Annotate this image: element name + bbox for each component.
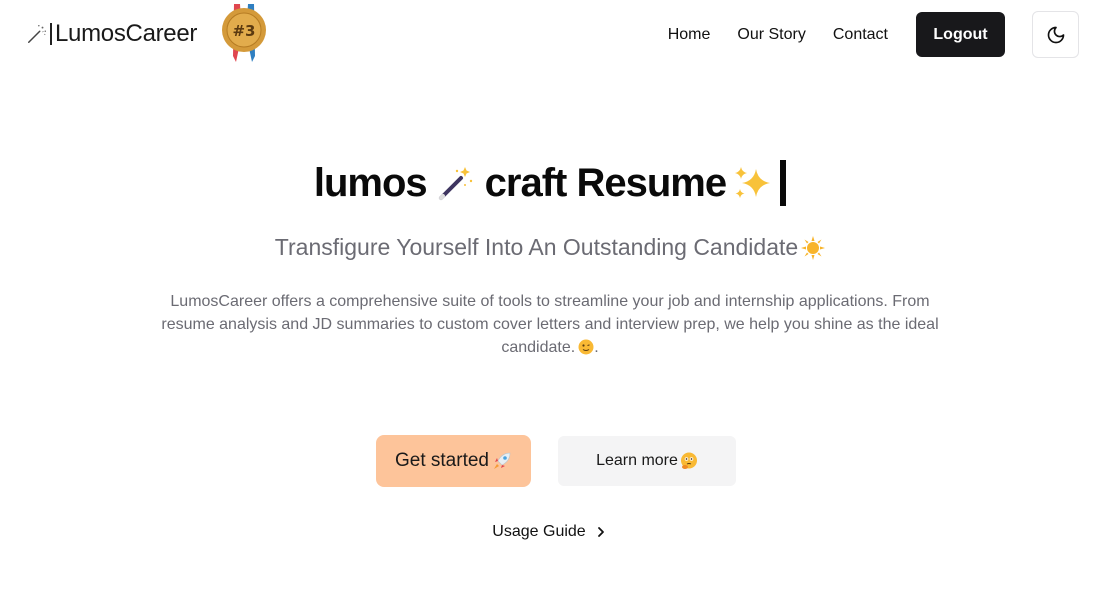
logo-text: LumosCareer [55, 20, 198, 47]
nav-our-story[interactable]: Our Story [737, 26, 805, 44]
hero-description-text: LumosCareer offers a comprehensive suite… [161, 293, 939, 356]
thinking-face-icon [680, 452, 697, 469]
hero-description: LumosCareer offers a comprehensive suite… [150, 290, 950, 359]
hero-subtitle-text: Transfigure Yourself Into An Outstanding… [274, 234, 799, 260]
project-of-the-week-badge[interactable]: #3 [220, 4, 268, 62]
magic-wand-icon [438, 167, 472, 200]
logo-divider [50, 23, 52, 45]
rocket-icon [494, 452, 511, 469]
logo-link[interactable]: LumosCareer [26, 19, 197, 49]
get-started-label: Get started [395, 450, 489, 471]
learn-more-button[interactable]: Learn more [558, 436, 736, 486]
winking-face-icon [578, 339, 594, 355]
theme-toggle-button[interactable] [1032, 11, 1079, 58]
usage-guide-label: Usage Guide [492, 523, 586, 540]
hero-description-end: . [594, 339, 599, 356]
logout-button[interactable]: Logout [916, 12, 1005, 57]
learn-more-label: Learn more [596, 452, 678, 469]
chevron-right-icon [597, 527, 604, 537]
magic-wand-icon [28, 25, 46, 43]
nav-home[interactable]: Home [668, 26, 711, 44]
nav-contact[interactable]: Contact [833, 26, 888, 44]
hero-subtitle: Transfigure Yourself Into An Outstanding… [0, 234, 1100, 261]
sparkles-icon [735, 167, 771, 198]
hero-title-part1: lumos [313, 160, 428, 205]
usage-guide-link[interactable]: Usage Guide [0, 523, 1100, 541]
hero-title: lumos craft Resume [0, 160, 1100, 206]
sun-icon [801, 235, 826, 260]
header: LumosCareer #3 Home Our Story Contact Lo… [0, 0, 1100, 68]
hero-title-part2: craft Resume [484, 160, 727, 205]
get-started-button[interactable]: Get started [376, 435, 531, 487]
typing-cursor [780, 160, 787, 206]
badge-rank: #3 [232, 22, 255, 40]
top-nav: Home Our Story Contact Logout [668, 11, 1079, 58]
moon-icon [1047, 26, 1064, 43]
cta-buttons: Get started Learn more [376, 435, 736, 487]
